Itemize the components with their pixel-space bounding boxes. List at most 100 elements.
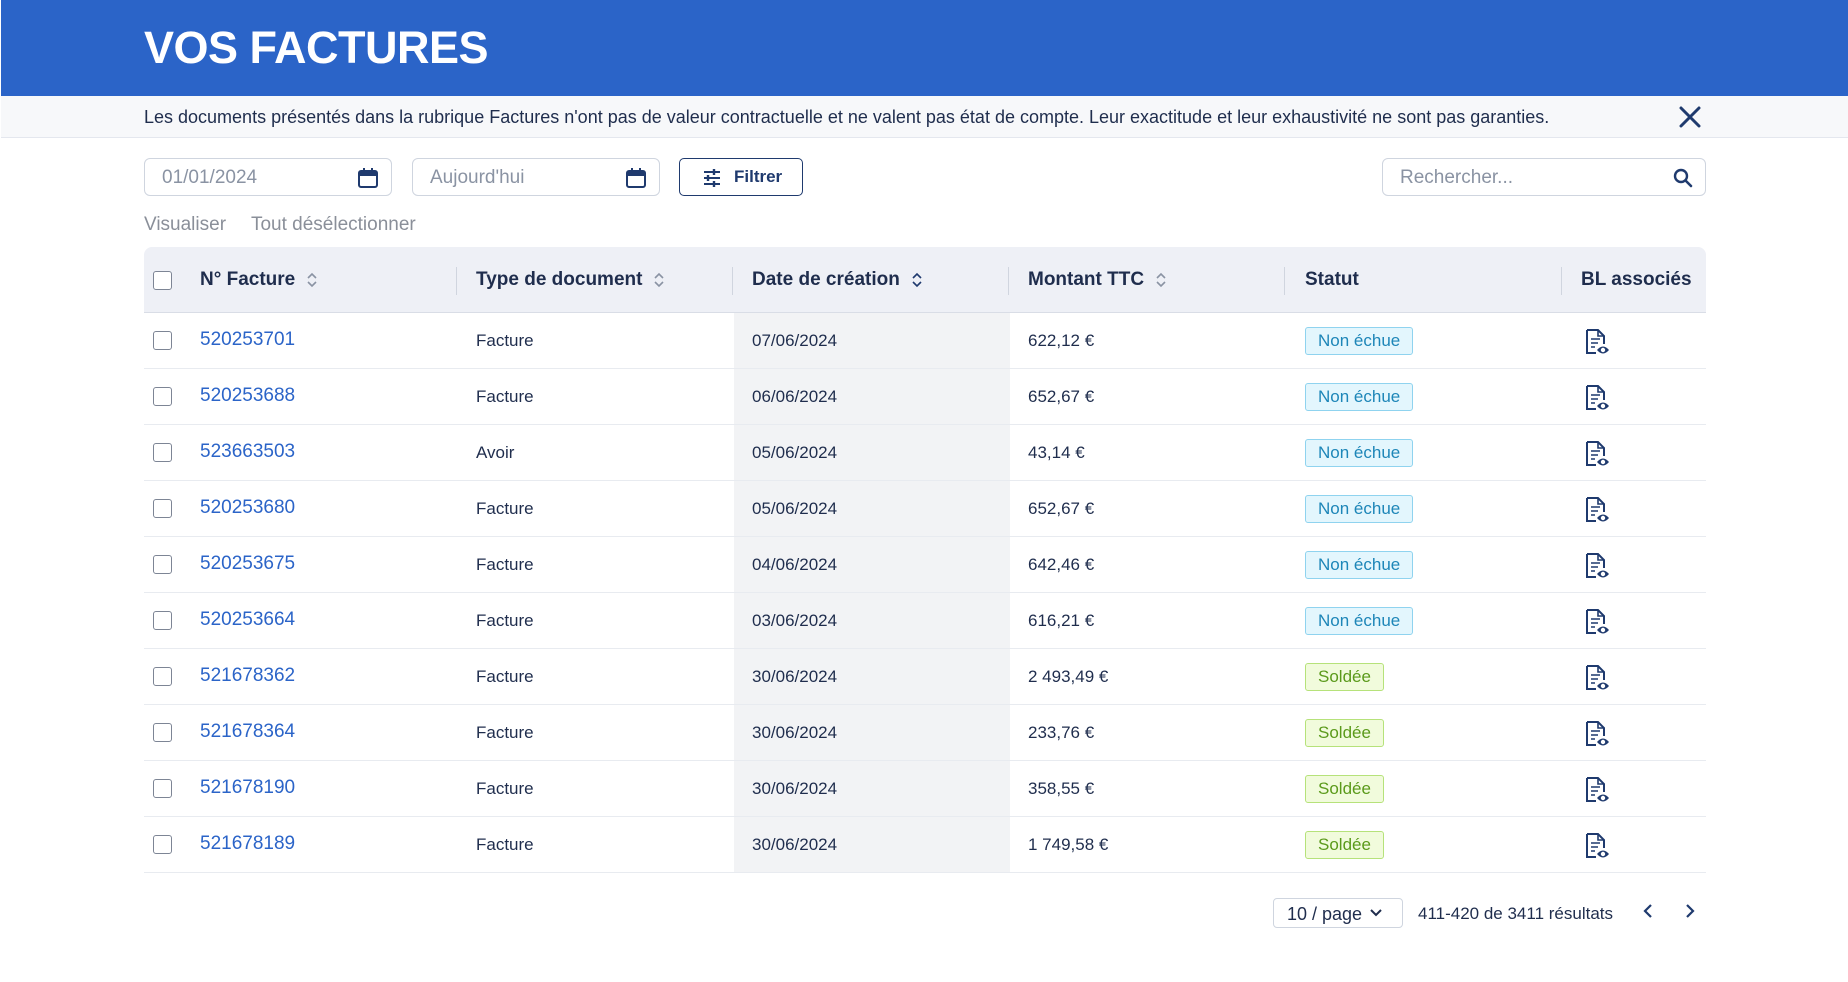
document-view-icon[interactable]: [1582, 607, 1612, 637]
filter-label: Filtrer: [734, 167, 783, 186]
chevron-right-icon[interactable]: [1680, 901, 1700, 921]
invoice-number-link[interactable]: 520253680: [200, 497, 295, 519]
status-badge: Soldée: [1305, 775, 1384, 803]
row-checkbox[interactable]: [153, 723, 172, 742]
table-row[interactable]: 521678189 Facture 30/06/2024 1 749,58 € Sold…: [144, 817, 1706, 873]
amount-ttc: 616,21 €: [1028, 611, 1095, 630]
sort-icon[interactable]: [910, 272, 924, 288]
status-badge: Non échue: [1305, 439, 1414, 467]
column-header-invoice-number[interactable]: N° Facture: [200, 269, 319, 291]
page-title: VOS FACTURES: [144, 22, 489, 73]
table-row[interactable]: 520253701 Facture 07/06/2024 622,12 € Non éc…: [144, 313, 1706, 369]
document-view-icon[interactable]: [1582, 495, 1612, 525]
table-header: N° Facture Type de document Date de créa…: [144, 247, 1706, 313]
search-field[interactable]: [1382, 158, 1706, 196]
invoice-number-link[interactable]: 523663503: [200, 441, 295, 463]
date-to-input[interactable]: [430, 167, 610, 189]
deselect-all-action[interactable]: Tout désélectionner: [251, 214, 416, 235]
close-icon[interactable]: [1677, 104, 1703, 130]
row-checkbox[interactable]: [153, 779, 172, 798]
document-type: Avoir: [476, 443, 515, 462]
disclaimer-banner: Les documents présentés dans la rubrique…: [1, 96, 1848, 138]
disclaimer-text: Les documents présentés dans la rubrique…: [144, 107, 1550, 127]
column-header-amount[interactable]: Montant TTC: [1028, 269, 1168, 291]
calendar-icon[interactable]: [624, 166, 648, 190]
row-checkbox[interactable]: [153, 387, 172, 406]
status-badge: Soldée: [1305, 663, 1384, 691]
creation-date: 30/06/2024: [752, 835, 838, 854]
column-header-delivery-notes: BL associés: [1581, 269, 1692, 290]
document-type: Facture: [476, 555, 534, 574]
column-divider: [732, 267, 733, 295]
creation-date: 05/06/2024: [752, 443, 838, 462]
amount-ttc: 642,46 €: [1028, 555, 1095, 574]
document-type: Facture: [476, 499, 534, 518]
document-type: Facture: [476, 611, 534, 630]
page-header: VOS FACTURES: [1, 0, 1848, 96]
document-type: Facture: [476, 331, 534, 350]
column-divider: [1284, 267, 1285, 295]
row-checkbox[interactable]: [153, 555, 172, 574]
row-checkbox[interactable]: [153, 611, 172, 630]
document-view-icon[interactable]: [1582, 719, 1612, 749]
column-header-document-type[interactable]: Type de document: [476, 269, 666, 291]
invoice-number-link[interactable]: 520253701: [200, 329, 295, 351]
creation-date: 05/06/2024: [752, 499, 838, 518]
status-badge: Soldée: [1305, 719, 1384, 747]
select-all-checkbox[interactable]: [153, 271, 172, 290]
document-view-icon[interactable]: [1582, 663, 1612, 693]
table-row[interactable]: 521678362 Facture 30/06/2024 2 493,49 € Sold…: [144, 649, 1706, 705]
page-size-value: 10 / page: [1287, 904, 1363, 924]
invoice-number-link[interactable]: 520253688: [200, 385, 295, 407]
search-input[interactable]: [1400, 167, 1660, 189]
status-badge: Non échue: [1305, 551, 1414, 579]
row-checkbox[interactable]: [153, 835, 172, 854]
date-from-input[interactable]: [162, 167, 342, 189]
sort-icon[interactable]: [652, 272, 666, 288]
filter-button[interactable]: Filtrer: [679, 158, 803, 196]
chevron-left-icon[interactable]: [1638, 901, 1658, 921]
amount-ttc: 622,12 €: [1028, 331, 1095, 350]
column-header-creation-date[interactable]: Date de création: [752, 269, 924, 291]
search-icon[interactable]: [1671, 166, 1695, 190]
date-from-field[interactable]: [144, 158, 392, 196]
document-type: Facture: [476, 835, 534, 854]
document-view-icon[interactable]: [1582, 551, 1612, 581]
document-view-icon[interactable]: [1582, 775, 1612, 805]
document-type: Facture: [476, 723, 534, 742]
table-row[interactable]: 521678364 Facture 30/06/2024 233,76 € Soldée: [144, 705, 1706, 761]
invoice-number-link[interactable]: 520253675: [200, 553, 295, 575]
calendar-icon[interactable]: [356, 166, 380, 190]
sort-icon[interactable]: [1154, 272, 1168, 288]
document-view-icon[interactable]: [1582, 831, 1612, 861]
column-divider: [1561, 267, 1562, 295]
invoice-number-link[interactable]: 521678364: [200, 721, 295, 743]
table-row[interactable]: 520253688 Facture 06/06/2024 652,67 € Non éc…: [144, 369, 1706, 425]
document-view-icon[interactable]: [1582, 383, 1612, 413]
document-view-icon[interactable]: [1582, 439, 1612, 469]
view-action[interactable]: Visualiser: [144, 214, 226, 235]
invoice-number-link[interactable]: 521678189: [200, 833, 295, 855]
sort-icon[interactable]: [305, 272, 319, 288]
page-size-select[interactable]: 10 / page: [1273, 898, 1403, 928]
row-checkbox[interactable]: [153, 331, 172, 350]
creation-date: 03/06/2024: [752, 611, 838, 630]
row-checkbox[interactable]: [153, 499, 172, 518]
table-row[interactable]: 520253675 Facture 04/06/2024 642,46 € Non éc…: [144, 537, 1706, 593]
invoice-number-link[interactable]: 521678190: [200, 777, 295, 799]
amount-ttc: 2 493,49 €: [1028, 667, 1109, 686]
invoice-number-link[interactable]: 521678362: [200, 665, 295, 687]
table-row[interactable]: 521678190 Facture 30/06/2024 358,55 € Soldée: [144, 761, 1706, 817]
amount-ttc: 652,67 €: [1028, 387, 1095, 406]
row-checkbox[interactable]: [153, 667, 172, 686]
table-row[interactable]: 520253664 Facture 03/06/2024 616,21 € Non éc…: [144, 593, 1706, 649]
table-row[interactable]: 520253680 Facture 05/06/2024 652,67 € Non éc…: [144, 481, 1706, 537]
table-row[interactable]: 523663503 Avoir 05/06/2024 43,14 € Non échue: [144, 425, 1706, 481]
document-type: Facture: [476, 387, 534, 406]
creation-date: 06/06/2024: [752, 387, 838, 406]
row-checkbox[interactable]: [153, 443, 172, 462]
creation-date: 04/06/2024: [752, 555, 838, 574]
date-to-field[interactable]: [412, 158, 660, 196]
document-view-icon[interactable]: [1582, 327, 1612, 357]
invoice-number-link[interactable]: 520253664: [200, 609, 295, 631]
